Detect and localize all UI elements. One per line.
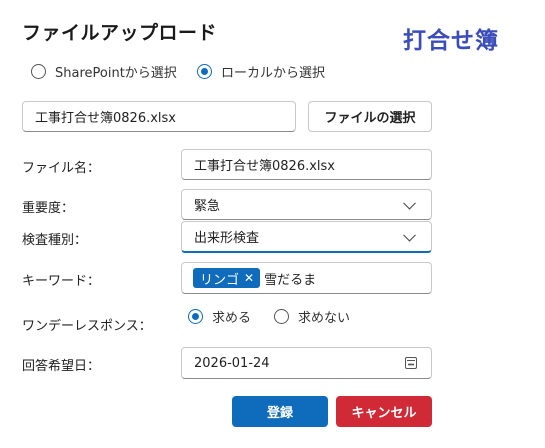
chevron-down-icon	[403, 196, 416, 210]
due-date-value: 2026-01-24	[194, 355, 270, 371]
radio-circle-checked[interactable]	[197, 64, 212, 79]
file-name-value: 工事打合せ簿0826.xlsx	[194, 159, 335, 174]
radio-sharepoint-label: SharePointから選択	[55, 66, 177, 81]
radio-sharepoint[interactable]: SharePointから選択	[31, 62, 177, 81]
radio-circle[interactable]	[274, 309, 289, 324]
calendar-icon[interactable]	[405, 357, 417, 369]
selected-file-field[interactable]: 工事打合せ簿0826.xlsx	[22, 101, 296, 132]
keyword-tag-label: リンゴ	[200, 272, 240, 288]
radio-response-no-label: 求めない	[298, 311, 351, 326]
keywords-label: キーワード：	[22, 274, 101, 289]
brand-title: 打合せ簿	[403, 28, 499, 54]
keywords-input[interactable]: リンゴ ✕ 雪だるま	[181, 262, 432, 294]
radio-local[interactable]: ローカルから選択	[197, 62, 325, 81]
radio-response-yes-label: 求める	[212, 311, 252, 326]
chevron-down-icon	[403, 228, 416, 242]
importance-value: 緊急	[194, 199, 221, 214]
close-icon[interactable]: ✕	[244, 271, 254, 285]
inspection-type-label: 検査種別：	[22, 233, 88, 248]
importance-dropdown[interactable]: 緊急	[181, 189, 432, 220]
file-name-input[interactable]: 工事打合せ簿0826.xlsx	[181, 149, 432, 180]
response-label: ワンデーレスポンス：	[22, 319, 152, 334]
due-date-label: 回答希望日：	[22, 359, 101, 374]
radio-response-no[interactable]: 求めない	[274, 307, 350, 326]
inspection-type-value: 出来形検査	[194, 231, 260, 246]
inspection-type-dropdown[interactable]: 出来形検査	[181, 221, 432, 253]
radio-circle-checked[interactable]	[188, 309, 203, 324]
radio-local-label: ローカルから選択	[221, 66, 326, 81]
cancel-button[interactable]: キャンセル	[336, 396, 432, 427]
register-button[interactable]: 登録	[232, 396, 328, 427]
keyword-tag[interactable]: リンゴ ✕	[193, 268, 261, 288]
radio-response-yes[interactable]: 求める	[188, 307, 251, 326]
radio-circle[interactable]	[31, 64, 46, 79]
file-name-label: ファイル名：	[22, 161, 101, 176]
keyword-text: 雪だるま	[264, 272, 317, 288]
choose-file-button[interactable]: ファイルの選択	[308, 101, 432, 132]
due-date-picker[interactable]: 2026-01-24	[181, 347, 432, 379]
importance-label: 重要度：	[22, 201, 75, 216]
selected-file-value: 工事打合せ簿0826.xlsx	[35, 111, 176, 126]
page-title: ファイルアップロード	[22, 22, 218, 44]
